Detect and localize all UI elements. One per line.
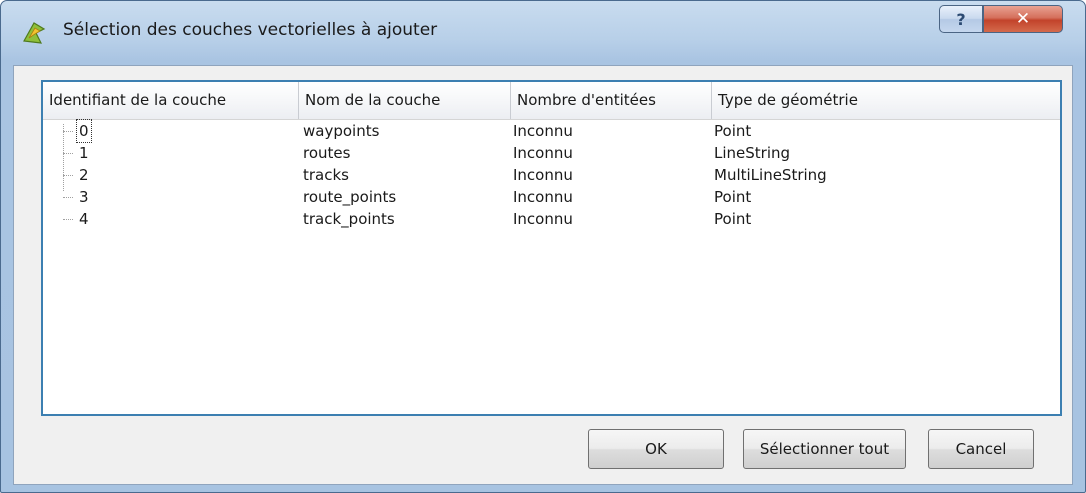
- geometry-type-cell: Point: [714, 122, 752, 140]
- layer-id-cell: 1: [79, 144, 89, 162]
- layer-name-cell: waypoints: [303, 122, 380, 140]
- feature-count-cell: Inconnu: [513, 166, 573, 184]
- feature-count-cell: Inconnu: [513, 122, 573, 140]
- layer-id-cell: 3: [79, 188, 89, 206]
- feature-count-cell: Inconnu: [513, 210, 573, 228]
- layer-id-cell: 0: [76, 119, 92, 143]
- column-header-layer-id[interactable]: Identifiant de la couche: [43, 82, 299, 119]
- help-button[interactable]: ?: [939, 5, 983, 33]
- feature-count-cell: Inconnu: [513, 188, 573, 206]
- table-header: Identifiant de la couche Nom de la couch…: [43, 82, 1060, 120]
- layer-name-cell: routes: [303, 144, 351, 162]
- column-header-layer-name[interactable]: Nom de la couche: [299, 82, 511, 119]
- column-header-geometry-type[interactable]: Type de géométrie: [712, 82, 1060, 119]
- column-header-feature-count[interactable]: Nombre d'entitées: [511, 82, 712, 119]
- dialog-window: Sélection des couches vectorielles à ajo…: [0, 0, 1086, 493]
- geometry-type-cell: LineString: [714, 144, 791, 162]
- layer-name-cell: track_points: [303, 210, 395, 228]
- geometry-type-cell: Point: [714, 188, 752, 206]
- table-row[interactable]: 3 route_points Inconnu Point: [43, 186, 1060, 208]
- close-icon: ✕: [1015, 9, 1031, 29]
- layer-id-cell: 2: [79, 166, 89, 184]
- feature-count-cell: Inconnu: [513, 144, 573, 162]
- select-all-button[interactable]: Sélectionner tout: [743, 429, 906, 469]
- table-row[interactable]: 1 routes Inconnu LineString: [43, 142, 1060, 164]
- table-row[interactable]: 0 waypoints Inconnu Point: [43, 119, 1060, 143]
- table-row[interactable]: 2 tracks Inconnu MultiLineString: [43, 164, 1060, 186]
- close-button[interactable]: ✕: [983, 5, 1063, 33]
- geometry-type-cell: Point: [714, 210, 752, 228]
- layer-name-cell: tracks: [303, 166, 349, 184]
- table-row[interactable]: 4 track_points Inconnu Point: [43, 208, 1060, 230]
- help-icon: ?: [956, 9, 966, 29]
- title-bar[interactable]: Sélection des couches vectorielles à ajo…: [1, 1, 1085, 65]
- dialog-body: Identifiant de la couche Nom de la couch…: [13, 65, 1073, 485]
- layer-id-cell: 4: [79, 210, 89, 228]
- ok-button[interactable]: OK: [588, 429, 724, 469]
- cancel-button[interactable]: Cancel: [928, 429, 1034, 469]
- window-title: Sélection des couches vectorielles à ajo…: [63, 20, 438, 40]
- layers-table[interactable]: Identifiant de la couche Nom de la couch…: [41, 80, 1062, 416]
- geometry-type-cell: MultiLineString: [714, 166, 827, 184]
- qgis-icon: [21, 19, 47, 45]
- layer-name-cell: route_points: [303, 188, 397, 206]
